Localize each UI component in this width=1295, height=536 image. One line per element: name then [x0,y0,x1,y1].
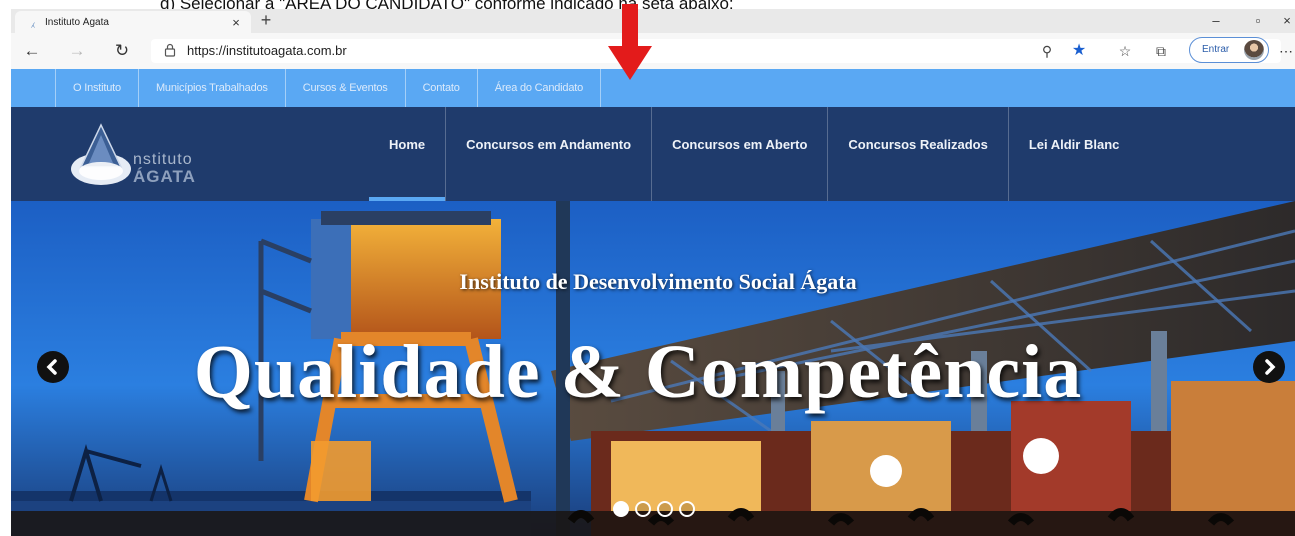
favorites-icon[interactable]: ☆ [1115,41,1135,61]
carousel-dot[interactable] [657,501,673,517]
mainnav-item-lei-aldir-blanc[interactable]: Lei Aldir Blanc [1009,107,1140,201]
favorite-star-icon[interactable]: ★ [1069,41,1089,61]
topnav-item-contato[interactable]: Contato [406,69,478,107]
address-bar: ← → ↻ https://institutoagata.com.br ⚲ ★ … [11,33,1295,69]
browser-window: ⁁ Instituto Ágata × + – ▫ × ← → ↻ https:… [11,9,1295,536]
main-header: nstituto ÁGATA Home Concursos em Andamen… [11,107,1295,201]
tab-title: Instituto Ágata [45,16,109,28]
close-window-icon[interactable]: × [1279,11,1295,31]
chevron-left-icon [46,359,57,375]
hero-title: Qualidade & Competência [193,330,1083,414]
lock-icon [164,43,176,57]
screenshot-page: d) Selecionar a "ÁREA DO CANDIDATO" conf… [0,0,1295,536]
carousel-next-button[interactable] [1253,351,1285,383]
main-nav: Home Concursos em Andamento Concursos em… [369,107,1139,201]
topnav-item-municipios[interactable]: Municípios Trabalhados [139,69,286,107]
mainnav-item-concursos-aberto[interactable]: Concursos em Aberto [652,107,829,201]
signin-button[interactable]: Entrar [1189,37,1269,63]
signin-label: Entrar [1202,44,1230,55]
mainnav-item-concursos-realizados[interactable]: Concursos Realizados [828,107,1009,201]
agata-favicon-icon: ⁁ [31,16,35,28]
url-field[interactable]: https://institutoagata.com.br ⚲ ★ [151,39,1281,63]
chevron-right-icon [1265,359,1276,375]
back-arrow-icon[interactable]: ← [21,41,43,61]
red-arrow-annotation-icon [608,4,652,80]
tab-bar: ⁁ Instituto Ágata × + – ▫ × [11,9,1295,33]
logo-mark-icon [71,123,131,185]
carousel-prev-button[interactable] [37,351,69,383]
new-tab-icon[interactable]: + [256,10,276,30]
carousel-dot[interactable] [635,501,651,517]
logo-text-line2: ÁGATA [133,167,196,186]
mainnav-item-concursos-andamento[interactable]: Concursos em Andamento [446,107,653,201]
restore-icon[interactable]: ▫ [1243,11,1273,31]
collections-icon[interactable]: ⧉ [1151,41,1171,61]
carousel-indicators [613,501,695,517]
site-logo[interactable]: nstituto ÁGATA [67,121,227,191]
top-nav: O Instituto Municípios Trabalhados Curso… [11,69,1295,107]
close-tab-icon[interactable]: × [227,15,245,30]
mainnav-item-home[interactable]: Home [369,107,447,201]
hero-subtitle: Instituto de Desenvolvimento Social Ágat… [459,269,857,294]
url-text: https://institutoagata.com.br [187,43,347,58]
carousel-dot[interactable] [613,501,629,517]
topnav-item-cursos-eventos[interactable]: Cursos & Eventos [286,69,406,107]
topnav-item-o-instituto[interactable]: O Instituto [55,69,139,107]
carousel-dot[interactable] [679,501,695,517]
more-icon[interactable]: ⋯ [1279,43,1293,60]
zoom-icon[interactable]: ⚲ [1037,41,1057,61]
forward-arrow-icon[interactable]: → [66,41,88,61]
refresh-icon[interactable]: ↻ [111,41,133,61]
browser-tab[interactable]: ⁁ Instituto Ágata × [15,11,251,33]
avatar [1244,40,1264,60]
topnav-item-area-do-candidato[interactable]: Área do Candidato [478,69,602,107]
website: O Instituto Municípios Trabalhados Curso… [11,69,1295,536]
minimize-icon[interactable]: – [1201,11,1231,31]
hero-carousel: Instituto de Desenvolvimento Social Ágat… [11,201,1295,536]
